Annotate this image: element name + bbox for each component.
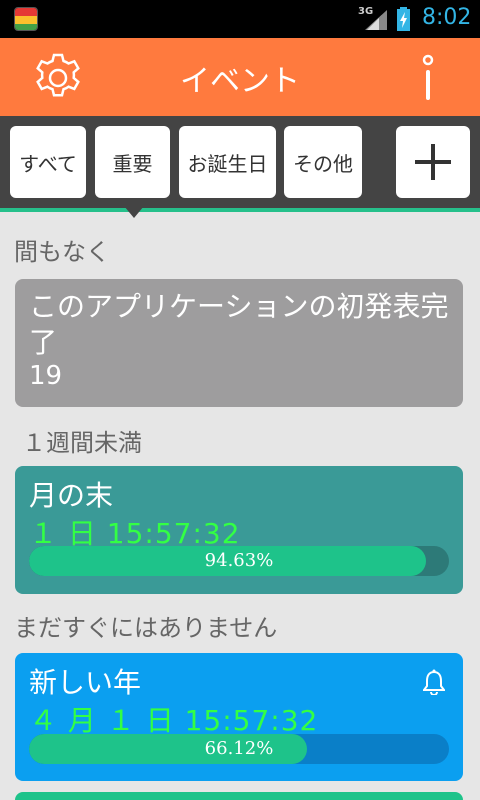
info-icon[interactable]	[414, 54, 442, 102]
page-title: イベント	[180, 64, 300, 99]
event-progress: 66.12%	[29, 734, 449, 764]
tab-label: すべて	[19, 151, 77, 176]
tab-birthday[interactable]: お誕生日	[179, 126, 276, 198]
tab-underline	[0, 208, 480, 212]
app-bar: イベント	[0, 38, 480, 116]
plus-icon	[415, 144, 451, 180]
app-notification-icon	[14, 7, 38, 31]
progress-text: 66.12%	[204, 738, 274, 759]
section-soon: 間もなく	[14, 238, 110, 266]
section-within-week: １週間未満	[22, 429, 142, 457]
event-progress: 94.63%	[29, 546, 449, 576]
tab-label: その他	[293, 151, 353, 176]
tab-label: 重要	[112, 151, 153, 176]
event-card[interactable]: このアプリケーションの初発表完了 19	[15, 279, 463, 407]
tab-important[interactable]: 重要	[95, 126, 170, 198]
event-card[interactable]: 新しい年 ４ 月 １ 日 15:57:32 66.12%	[15, 653, 463, 781]
bell-icon[interactable]	[423, 669, 445, 695]
status-bar: 3G 8:02	[0, 0, 480, 38]
add-event-button[interactable]	[396, 126, 470, 198]
event-countdown: ４ 月 １ 日 15:57:32	[29, 704, 319, 737]
section-not-soon: まだすぐにはありません	[14, 614, 278, 642]
event-name: このアプリケーションの初発表完了	[29, 290, 449, 359]
tab-label: お誕生日	[187, 151, 268, 176]
event-name: 月の末	[29, 479, 114, 512]
selected-tab-pointer	[124, 206, 144, 218]
event-card-partial[interactable]	[15, 792, 463, 800]
progress-text: 94.63%	[204, 550, 274, 571]
event-card[interactable]: 月の末 １ 日 15:57:32 94.63%	[15, 466, 463, 594]
event-subtitle: 19	[29, 361, 63, 391]
status-clock: 8:02	[422, 5, 472, 30]
category-tabs: すべて 重要 お誕生日 その他	[0, 116, 480, 208]
signal-icon	[365, 10, 387, 30]
tab-other[interactable]: その他	[284, 126, 362, 198]
tab-all[interactable]: すべて	[10, 126, 86, 198]
battery-charging-icon	[397, 7, 410, 31]
event-name: 新しい年	[29, 666, 142, 699]
